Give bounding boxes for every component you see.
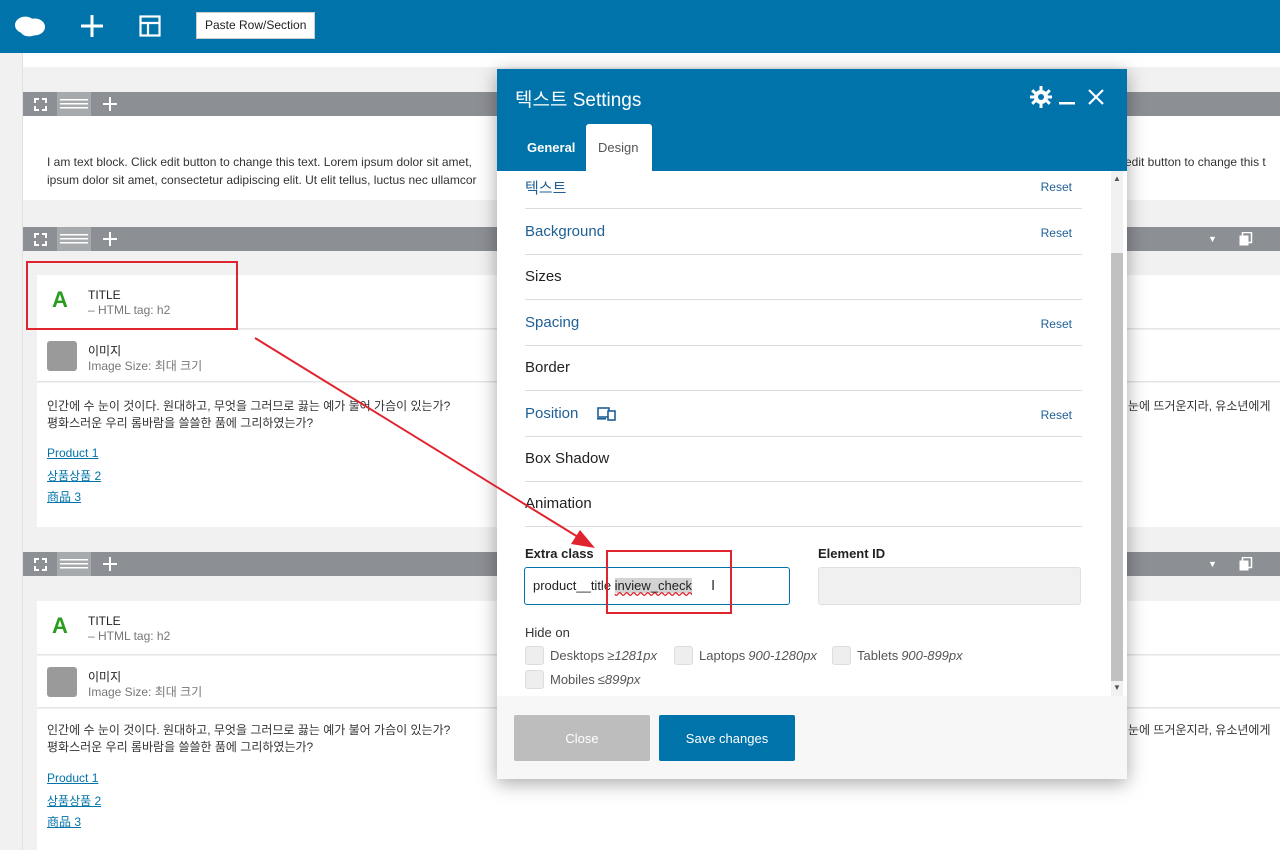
reset-link[interactable]: Reset	[1041, 317, 1072, 331]
hide-on-label: Hide on	[525, 625, 570, 640]
add-column-icon[interactable]	[99, 92, 121, 116]
section-label: Animation	[525, 495, 592, 512]
section-label: Box Shadow	[525, 450, 610, 467]
section-box-shadow[interactable]: Box Shadow	[525, 436, 1082, 482]
add-icon[interactable]	[76, 10, 108, 42]
section-sizes[interactable]: Sizes	[525, 254, 1082, 300]
reset-link[interactable]: Reset	[1041, 180, 1072, 194]
section-background[interactable]: Background Reset	[525, 209, 1082, 255]
add-column-icon[interactable]	[99, 552, 121, 576]
section-label: Spacing	[525, 314, 580, 331]
dialog-title: 텍스트 Settings	[515, 90, 642, 111]
hide-laptops-checkbox[interactable]	[674, 646, 693, 665]
drag-handle-icon[interactable]	[57, 552, 91, 576]
section-text[interactable]: 텍스트 Reset	[525, 171, 1082, 209]
paste-row-section-button[interactable]: Paste Row/Section	[196, 12, 316, 39]
link-product-3[interactable]: 商品 3	[47, 488, 81, 505]
dialog-footer: Close Save changes	[497, 696, 1127, 779]
link-product-2[interactable]: 상품상품 2	[47, 467, 101, 484]
dialog-body: 텍스트 Reset Background Reset Sizes Spacing…	[497, 171, 1127, 696]
hide-laptops-option[interactable]: Laptops 900-1280px	[674, 646, 817, 665]
module-subtitle: – HTML tag: h2	[88, 629, 171, 643]
section-label: Sizes	[525, 268, 562, 285]
row-options: ▼	[1208, 552, 1253, 576]
extra-class-label: Extra class	[525, 546, 594, 561]
option-range: ≥1281px	[607, 648, 657, 663]
layout-icon[interactable]	[134, 10, 166, 42]
cloud-logo-icon[interactable]	[14, 10, 46, 42]
scroll-down-arrow-icon[interactable]: ▼	[1111, 682, 1123, 694]
element-id-label: Element ID	[818, 546, 886, 561]
row-options: ▼	[1208, 227, 1253, 251]
expand-icon[interactable]	[29, 227, 51, 251]
module-title: TITLE	[88, 614, 121, 628]
drag-handle-icon[interactable]	[57, 92, 91, 116]
paragraph-right: 눈에 뜨거운지라, 유소년에게	[1128, 399, 1271, 413]
caret-down-icon[interactable]: ▼	[1208, 559, 1217, 569]
reset-link[interactable]: Reset	[1041, 408, 1072, 422]
section-label: Background	[525, 223, 606, 240]
extra-class-value: product__title	[533, 578, 615, 593]
annotation-highlight-box	[606, 550, 732, 614]
add-column-icon[interactable]	[99, 227, 121, 251]
tab-design[interactable]: Design	[586, 124, 652, 171]
caret-down-icon[interactable]: ▼	[1208, 234, 1217, 244]
close-icon[interactable]	[1084, 85, 1108, 109]
expand-icon[interactable]	[29, 552, 51, 576]
section-position[interactable]: Position Reset	[525, 391, 1082, 437]
duplicate-icon[interactable]	[1239, 557, 1253, 571]
element-id-input[interactable]	[818, 567, 1081, 605]
hide-tablets-option[interactable]: Tablets 900-899px	[832, 646, 963, 665]
option-label: Mobiles	[550, 672, 595, 687]
annotation-highlight-box	[26, 261, 238, 330]
hide-desktops-option[interactable]: Desktops ≥1281px	[525, 646, 657, 665]
image-placeholder-icon	[47, 341, 77, 371]
settings-gear-icon[interactable]	[1029, 85, 1053, 109]
responsive-devices-icon[interactable]	[597, 407, 616, 421]
option-range: 900-1280px	[748, 648, 817, 663]
expand-icon[interactable]	[29, 92, 51, 116]
builder-toolbar: Paste Row/Section	[0, 0, 1280, 53]
close-button[interactable]: Close	[514, 715, 650, 761]
dialog-header: 텍스트 Settings General Design	[497, 69, 1127, 171]
link-product-1[interactable]: Product 1	[47, 446, 98, 460]
option-range: 900-899px	[901, 648, 963, 663]
option-range: ≤899px	[597, 672, 641, 687]
section-animation[interactable]: Animation	[525, 481, 1082, 527]
section-label: 텍스트	[525, 180, 567, 197]
hide-tablets-checkbox[interactable]	[832, 646, 851, 665]
duplicate-icon[interactable]	[1239, 232, 1253, 246]
minimize-icon[interactable]	[1055, 85, 1079, 109]
scrollbar-thumb[interactable]	[1111, 253, 1123, 681]
text-block-right: edit button to change this t	[1125, 155, 1266, 169]
drag-handle-icon[interactable]	[57, 227, 91, 251]
settings-dialog: 텍스트 Settings General Design 텍스트 Reset Ba…	[497, 69, 1127, 779]
reset-link[interactable]: Reset	[1041, 226, 1072, 240]
option-label: Desktops	[550, 648, 605, 663]
title-a-icon: A	[52, 613, 68, 638]
link-product-2[interactable]: 상품상품 2	[47, 792, 101, 809]
section-border[interactable]: Border	[525, 345, 1082, 391]
option-label: Laptops	[699, 648, 746, 663]
hide-mobiles-checkbox[interactable]	[525, 670, 544, 689]
option-label: Tablets	[857, 648, 899, 663]
image-placeholder-icon	[47, 667, 77, 697]
row-content	[23, 53, 1280, 67]
hide-desktops-checkbox[interactable]	[525, 646, 544, 665]
hide-mobiles-option[interactable]: Mobiles ≤899px	[525, 670, 640, 689]
module-subtitle: Image Size: 최대 크기	[88, 359, 203, 373]
section-label: Border	[525, 359, 571, 376]
scroll-up-arrow-icon[interactable]: ▲	[1111, 173, 1123, 185]
section-label: Position	[525, 405, 579, 422]
link-product-1[interactable]: Product 1	[47, 771, 98, 785]
tab-general[interactable]: General	[515, 124, 587, 171]
link-product-3[interactable]: 商品 3	[47, 813, 81, 830]
paragraph-right: 눈에 뜨거운지라, 유소년에게	[1128, 723, 1271, 737]
section-spacing[interactable]: Spacing Reset	[525, 300, 1082, 346]
save-changes-button[interactable]: Save changes	[659, 715, 795, 761]
module-subtitle: Image Size: 최대 크기	[88, 685, 203, 699]
